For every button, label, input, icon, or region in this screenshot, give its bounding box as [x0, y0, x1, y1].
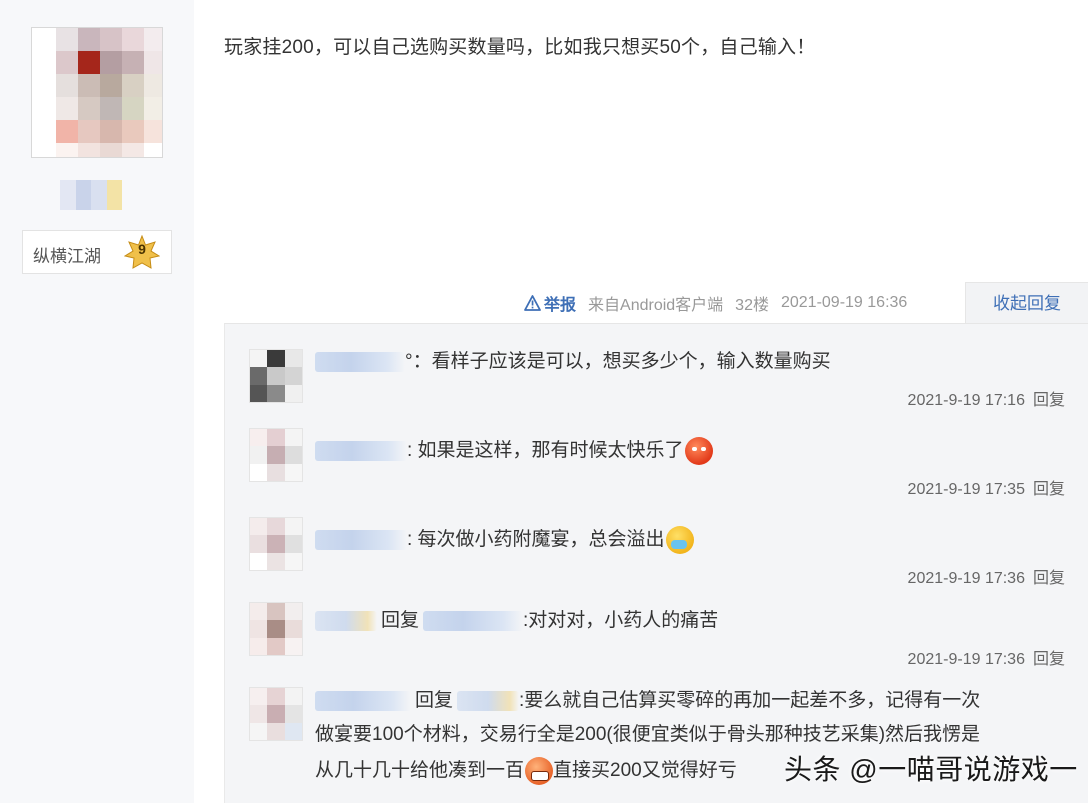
author-sidebar: 纵横江湖 9 — [0, 0, 194, 803]
reply-text: : 如果是这样，那有时候太快乐了 — [407, 440, 684, 461]
rank-title: 纵横江湖 — [33, 247, 101, 266]
reply-username-blurred[interactable] — [315, 530, 407, 550]
reply-username-blurred[interactable] — [315, 611, 377, 631]
collapse-replies-button[interactable]: 收起回复 — [965, 282, 1088, 324]
reply-avatar[interactable] — [249, 602, 303, 656]
reply-time: 2021-9-19 17:16 — [907, 392, 1025, 409]
reply-text: :要么就自己估算买零碎的再加一起差不多，记得有一次 — [519, 690, 981, 711]
reply-target-username-blurred[interactable] — [457, 691, 520, 711]
reply-button[interactable]: 回复 — [1033, 651, 1065, 668]
reply-username-blurred[interactable] — [315, 691, 411, 711]
reply-list: °：看样子应该是可以，想买多少个，输入数量购买 2021-9-19 17:16 回… — [224, 323, 1088, 803]
reply-text: : 每次做小药附魔宴，总会溢出 — [407, 529, 665, 550]
angry-face-emoji-icon — [684, 437, 713, 465]
reply-text-line: : 如果是这样，那有时候太快乐了 — [315, 437, 713, 465]
reply-text-line: °：看样子应该是可以，想买多少个，输入数量购买 — [315, 348, 831, 376]
reply-text: 直接买200又觉得好亏 — [553, 760, 737, 781]
reply-text-line: 做宴要100个材料，交易行全是200(很便宜类似于骨头那种技艺采集)然后我愣是 — [315, 721, 980, 749]
reply-avatar[interactable] — [249, 349, 303, 403]
reply-meta: 2021-9-19 17:36 回复 — [908, 564, 1065, 588]
reply-text: 做宴要100个材料，交易行全是200(很便宜类似于骨头那种技艺采集)然后我愣是 — [315, 724, 981, 745]
rank-badge[interactable]: 纵横江湖 9 — [22, 230, 172, 274]
watermark: 头条 @一喵哥说游戏一 — [784, 754, 1078, 785]
grin-face-emoji-icon — [525, 757, 554, 785]
reply-text: 从几十几十给他凑到一百 — [315, 760, 525, 781]
reply-text-line: 从几十几十给他凑到一百 直接买200又觉得好亏 — [315, 757, 737, 785]
warning-icon — [524, 295, 541, 311]
reply-time: 2021-9-19 17:36 — [907, 570, 1025, 587]
reply-button[interactable]: 回复 — [1033, 481, 1065, 498]
report-label: 举报 — [544, 297, 577, 314]
avatar-pixelated-image — [56, 28, 162, 157]
reply-time: 2021-9-19 17:35 — [907, 481, 1025, 498]
reply-username-blurred[interactable] — [315, 441, 407, 461]
reply-meta: 2021-9-19 17:36 回复 — [908, 645, 1065, 669]
author-avatar[interactable] — [31, 27, 163, 158]
post-tail: 举报 来自Android客户端 32楼 2021-09-19 16:36 — [524, 291, 919, 315]
reply-meta: 2021-9-19 17:16 回复 — [908, 386, 1065, 410]
reply-time: 2021-9-19 17:36 — [907, 651, 1025, 668]
reply-text-line: 回复 :对对对，小药人的痛苦 — [315, 607, 718, 635]
report-button[interactable]: 举报 — [524, 291, 576, 315]
reply-avatar[interactable] — [249, 428, 303, 482]
reply-to-label: 回复 — [415, 690, 454, 711]
reply-meta: 2021-9-19 17:35 回复 — [908, 475, 1065, 499]
reply-target-username-blurred[interactable] — [423, 611, 524, 631]
reply-to-label: 回复 — [381, 610, 420, 631]
rank-level: 9 — [138, 241, 146, 257]
post-source: 来自Android客户端 — [588, 297, 724, 314]
post-time: 2021-09-19 16:36 — [780, 294, 908, 311]
post-floor: 32楼 — [735, 297, 769, 314]
reply-text-line: 回复 :要么就自己估算买零碎的再加一起差不多，记得有一次 — [315, 687, 980, 715]
reply-text: :对对对，小药人的痛苦 — [523, 610, 719, 631]
reply-text: °：看样子应该是可以，想买多少个，输入数量购买 — [405, 351, 831, 372]
reply-avatar[interactable] — [249, 687, 303, 741]
author-name-blurred[interactable] — [60, 180, 122, 210]
reply-text-line: : 每次做小药附魔宴，总会溢出 — [315, 526, 694, 554]
post-content: 玩家挂200，可以自己选购买数量吗，比如我只想买50个，自己输入！ — [224, 37, 816, 58]
reply-button[interactable]: 回复 — [1033, 570, 1065, 587]
reply-button[interactable]: 回复 — [1033, 392, 1065, 409]
reply-avatar[interactable] — [249, 517, 303, 571]
reply-username-blurred[interactable] — [315, 352, 405, 372]
sick-face-emoji-icon — [665, 526, 694, 554]
